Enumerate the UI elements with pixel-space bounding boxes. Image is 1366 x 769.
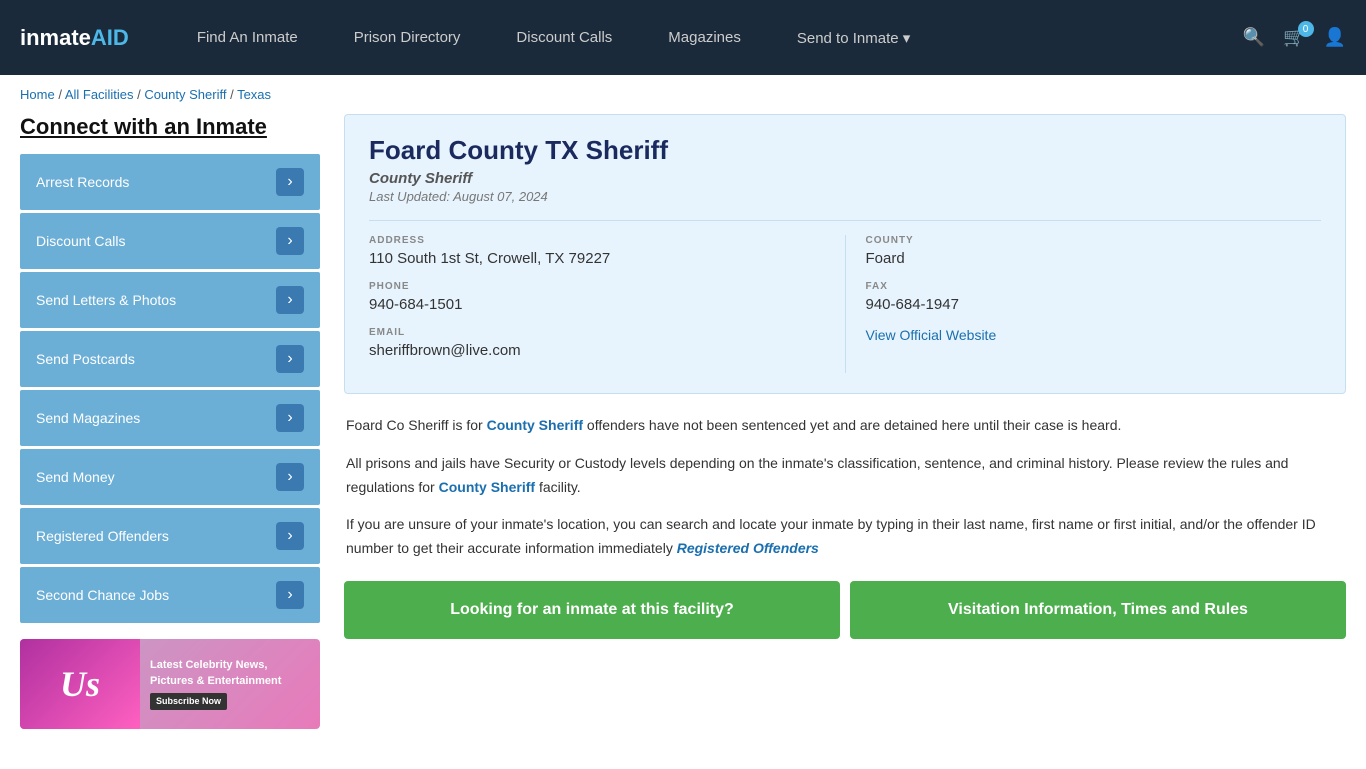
nav-discount-calls[interactable]: Discount Calls [488, 0, 640, 75]
sidebar-item-label: Send Postcards [36, 351, 135, 367]
nav-find-inmate[interactable]: Find An Inmate [169, 0, 326, 75]
sidebar-item-label: Send Magazines [36, 410, 140, 426]
desc-p3-link[interactable]: Registered Offenders [677, 540, 819, 556]
facility-details-right: COUNTY Foard FAX 940-684-1947 View Offic… [846, 235, 1322, 373]
email-value: sheriffbrown@live.com [369, 342, 825, 359]
desc-p1-after: offenders have not been sentenced yet an… [583, 417, 1121, 433]
county-label: COUNTY [866, 235, 1322, 246]
bottom-buttons: Looking for an inmate at this facility? … [344, 581, 1346, 639]
phone-label: PHONE [369, 281, 825, 292]
desc-p1-link[interactable]: County Sheriff [487, 417, 583, 433]
sidebar-arrow-icon: › [276, 463, 304, 491]
address-value: 110 South 1st St, Crowell, TX 79227 [369, 250, 825, 267]
sidebar-item-send-letters[interactable]: Send Letters & Photos › [20, 272, 320, 328]
sidebar-item-second-chance-jobs[interactable]: Second Chance Jobs › [20, 567, 320, 623]
ad-banner[interactable]: Us Latest Celebrity News, Pictures & Ent… [20, 639, 320, 729]
sidebar-arrow-icon: › [276, 286, 304, 314]
sidebar-arrow-icon: › [276, 168, 304, 196]
sidebar-item-arrest-records[interactable]: Arrest Records › [20, 154, 320, 210]
sidebar-item-label: Registered Offenders [36, 528, 169, 544]
sidebar: Connect with an Inmate Arrest Records › … [20, 114, 320, 729]
email-label: EMAIL [369, 327, 825, 338]
website-link[interactable]: View Official Website [866, 327, 997, 343]
nav-send-to-inmate[interactable]: Send to Inmate ▾ [769, 0, 938, 75]
breadcrumb-county-sheriff[interactable]: County Sheriff [144, 87, 226, 102]
facility-details: ADDRESS 110 South 1st St, Crowell, TX 79… [369, 220, 1321, 373]
facility-card: Foard County TX Sheriff County Sheriff L… [344, 114, 1346, 394]
breadcrumb: Home / All Facilities / County Sheriff /… [0, 75, 1366, 114]
desc-p3-before: If you are unsure of your inmate's locat… [346, 516, 1316, 556]
user-icon[interactable]: 👤 [1324, 27, 1346, 48]
sidebar-item-label: Send Money [36, 469, 115, 485]
search-icon[interactable]: 🔍 [1243, 27, 1265, 48]
logo[interactable]: inmateAID [20, 25, 129, 51]
navbar-icons: 🔍 🛒 0 👤 [1243, 27, 1346, 48]
desc-p2-link[interactable]: County Sheriff [439, 479, 535, 495]
ad-us-logo: Us [60, 663, 100, 705]
cart-wrapper[interactable]: 🛒 0 [1283, 27, 1305, 48]
fax-label: FAX [866, 281, 1322, 292]
sidebar-title: Connect with an Inmate [20, 114, 320, 140]
sidebar-item-label: Send Letters & Photos [36, 292, 176, 308]
facility-type: County Sheriff [369, 170, 1321, 187]
sidebar-item-label: Discount Calls [36, 233, 125, 249]
facility-name: Foard County TX Sheriff [369, 135, 1321, 166]
breadcrumb-all-facilities[interactable]: All Facilities [65, 87, 134, 102]
ad-image: Us [20, 639, 140, 729]
desc-p2-after: facility. [535, 479, 581, 495]
ad-text: Latest Celebrity News, Pictures & Entert… [140, 650, 320, 717]
desc-paragraph-1: Foard Co Sheriff is for County Sheriff o… [346, 414, 1344, 438]
breadcrumb-home[interactable]: Home [20, 87, 55, 102]
find-inmate-button[interactable]: Looking for an inmate at this facility? [344, 581, 840, 639]
nav-magazines[interactable]: Magazines [640, 0, 769, 75]
description: Foard Co Sheriff is for County Sheriff o… [344, 414, 1346, 561]
sidebar-arrow-icon: › [276, 227, 304, 255]
navbar: inmateAID Find An Inmate Prison Director… [0, 0, 1366, 75]
sidebar-item-send-postcards[interactable]: Send Postcards › [20, 331, 320, 387]
address-label: ADDRESS [369, 235, 825, 246]
desc-paragraph-3: If you are unsure of your inmate's locat… [346, 513, 1344, 561]
desc-p1-before: Foard Co Sheriff is for [346, 417, 487, 433]
logo-text: inmateAID [20, 25, 129, 50]
ad-headline: Latest Celebrity News, Pictures & Entert… [150, 658, 310, 689]
sidebar-item-label: Second Chance Jobs [36, 587, 169, 603]
content-area: Foard County TX Sheriff County Sheriff L… [344, 114, 1346, 729]
sidebar-item-discount-calls[interactable]: Discount Calls › [20, 213, 320, 269]
nav-links: Find An Inmate Prison Directory Discount… [169, 0, 1243, 75]
county-value: Foard [866, 250, 1322, 267]
sidebar-item-send-money[interactable]: Send Money › [20, 449, 320, 505]
main-layout: Connect with an Inmate Arrest Records › … [0, 114, 1366, 769]
sidebar-item-send-magazines[interactable]: Send Magazines › [20, 390, 320, 446]
facility-last-updated: Last Updated: August 07, 2024 [369, 189, 1321, 204]
fax-value: 940-684-1947 [866, 296, 1322, 313]
sidebar-arrow-icon: › [276, 404, 304, 432]
desc-paragraph-2: All prisons and jails have Security or C… [346, 452, 1344, 500]
facility-details-left: ADDRESS 110 South 1st St, Crowell, TX 79… [369, 235, 846, 373]
ad-subscribe-button[interactable]: Subscribe Now [150, 693, 227, 710]
phone-value: 940-684-1501 [369, 296, 825, 313]
sidebar-arrow-icon: › [276, 522, 304, 550]
breadcrumb-texas[interactable]: Texas [237, 87, 271, 102]
sidebar-arrow-icon: › [276, 581, 304, 609]
logo-accent: AID [91, 25, 129, 50]
visitation-button[interactable]: Visitation Information, Times and Rules [850, 581, 1346, 639]
cart-badge: 0 [1298, 21, 1314, 37]
sidebar-item-registered-offenders[interactable]: Registered Offenders › [20, 508, 320, 564]
sidebar-arrow-icon: › [276, 345, 304, 373]
nav-prison-directory[interactable]: Prison Directory [326, 0, 489, 75]
sidebar-item-label: Arrest Records [36, 174, 129, 190]
